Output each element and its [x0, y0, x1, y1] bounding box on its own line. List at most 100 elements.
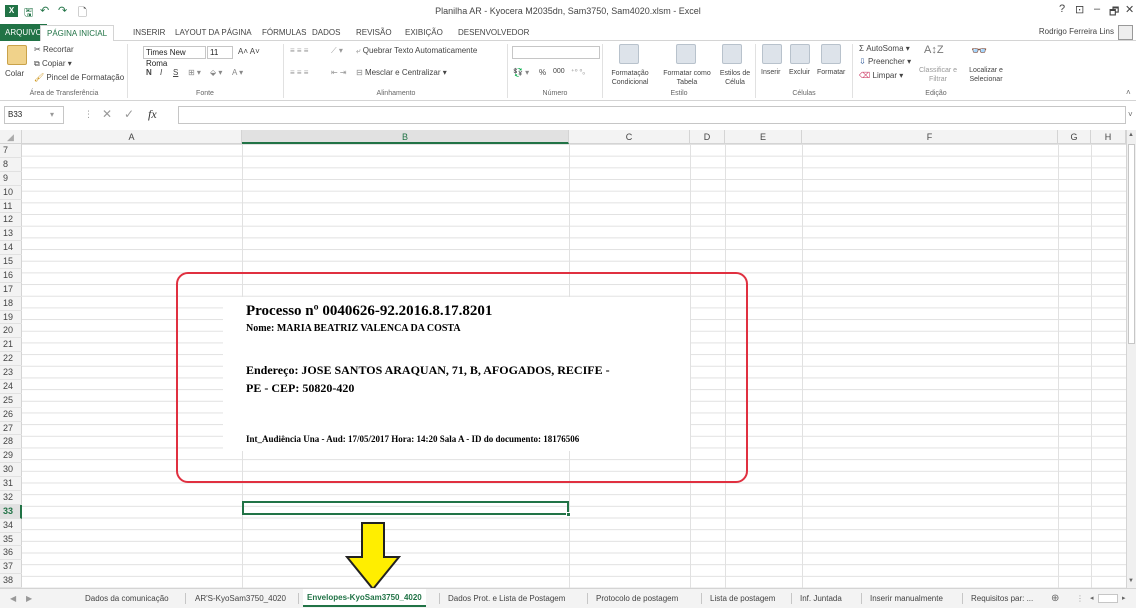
row-header[interactable]: 18 [0, 297, 22, 311]
row-header[interactable]: 36 [0, 546, 22, 561]
row-header[interactable]: 8 [0, 158, 22, 172]
scroll-thumb[interactable] [1128, 144, 1135, 344]
row-header[interactable]: 10 [0, 186, 22, 200]
column-header-g[interactable]: G [1058, 130, 1091, 144]
tab-exibicao[interactable]: EXIBIÇÃO [405, 25, 443, 40]
column-header-d[interactable]: D [690, 130, 725, 144]
row-header[interactable]: 30 [0, 463, 22, 477]
row-header[interactable]: 17 [0, 283, 22, 297]
row-header[interactable]: 9 [0, 172, 22, 186]
find-select-button[interactable]: Localizar e Selecionar [960, 66, 1012, 84]
font-name-select[interactable]: Times New Roma [143, 46, 206, 68]
hscroll-right-icon[interactable]: ▸ [1118, 591, 1130, 606]
enter-icon[interactable]: ✓ [124, 107, 134, 121]
row-header[interactable]: 37 [0, 560, 22, 575]
row-header[interactable]: 28 [0, 435, 22, 450]
row-header[interactable]: 31 [0, 477, 22, 491]
row-header[interactable]: 35 [0, 533, 22, 547]
select-all-corner[interactable]: ◢ [0, 130, 22, 144]
borders-icon[interactable]: ⊞ ▾ [188, 68, 201, 77]
format-cells-button[interactable]: Formatar [817, 69, 845, 76]
tab-desenvolvedor[interactable]: DESENVOLVEDOR [458, 25, 529, 40]
scroll-up-icon[interactable]: ▲ [1128, 132, 1135, 140]
indent-icons[interactable]: ⇤ ⇥ [331, 68, 347, 77]
row-header[interactable]: 11 [0, 200, 22, 214]
insert-cells-icon[interactable] [762, 44, 782, 64]
row-header[interactable]: 25 [0, 394, 22, 408]
column-header-b[interactable]: B [242, 130, 569, 144]
delete-cells-icon[interactable] [790, 44, 810, 64]
column-header-e[interactable]: E [725, 130, 802, 144]
horizontal-scroll-thumb[interactable] [1098, 594, 1118, 603]
paste-icon[interactable] [7, 45, 27, 65]
sheet-tab-inf-juntada[interactable]: Inf. Juntada [796, 591, 846, 606]
sort-filter-button[interactable]: Classificar e Filtrar [916, 66, 960, 84]
vertical-scrollbar[interactable]: ▲ ▼ [1126, 130, 1136, 588]
paste-button[interactable]: Colar [5, 69, 24, 78]
orientation-icon[interactable]: ⟋ ▾ [331, 46, 343, 56]
ribbon-display-icon[interactable]: ⊡ [1075, 3, 1084, 16]
restore-button[interactable]: 🗗 [1109, 3, 1119, 22]
row-header[interactable]: 7 [0, 144, 22, 158]
sheet-tab-dados-comunicacao[interactable]: Dados da comunicação [81, 591, 173, 606]
cell-styles-button[interactable]: Estilos de Célula [718, 69, 752, 87]
row-header[interactable]: 38 [0, 574, 22, 588]
delete-cells-button[interactable]: Excluir [789, 69, 810, 76]
formula-input[interactable] [178, 106, 1126, 124]
row-header[interactable]: 15 [0, 255, 22, 269]
autosum-button[interactable]: Σ AutoSoma ▾ [859, 44, 910, 53]
tab-inserir[interactable]: INSERIR [133, 25, 165, 40]
add-sheet-icon[interactable]: ⊕ [1047, 591, 1063, 606]
format-table-icon[interactable] [676, 44, 696, 64]
sort-filter-icon[interactable]: A↕Z [924, 44, 944, 56]
row-header[interactable]: 23 [0, 366, 22, 380]
tab-pagina-inicial[interactable]: PÁGINA INICIAL [40, 25, 115, 42]
column-header-a[interactable]: A [22, 130, 242, 144]
help-button[interactable]: ? [1059, 3, 1065, 15]
sheet-tab-lista-postagem[interactable]: Lista de postagem [706, 591, 779, 606]
expand-formula-icon[interactable]: ˅ [1128, 110, 1133, 119]
row-header[interactable]: 24 [0, 380, 22, 394]
format-cells-icon[interactable] [821, 44, 841, 64]
sheet-tab-envelopes[interactable]: Envelopes-KyoSam3750_4020 [303, 589, 426, 607]
prev-sheet-icon[interactable]: ◀ [6, 591, 20, 606]
fill-handle[interactable] [566, 512, 571, 517]
sheet-tab-dados-prot[interactable]: Dados Prot. e Lista de Postagem [444, 591, 569, 606]
format-as-table-button[interactable]: Formatar como Tabela [656, 69, 718, 87]
hscroll-left-icon[interactable]: ◂ [1086, 591, 1098, 606]
user-name[interactable]: Rodrigo Ferreira Lins [1039, 27, 1114, 36]
row-header[interactable]: 33 [0, 504, 22, 519]
sheet-tab-protocolo[interactable]: Protocolo de postagem [592, 591, 682, 606]
sheet-tab-ars[interactable]: AR'S-KyoSam3750_4020 [191, 591, 290, 606]
cut-button[interactable]: ✂ Recortar [34, 45, 74, 54]
copy-button[interactable]: ⧉ Copiar ▾ [34, 59, 72, 69]
bold-button[interactable]: N [146, 68, 152, 77]
vertical-align-icons[interactable]: ≡ ≡ ≡ [290, 46, 308, 55]
selected-cell-b33[interactable] [242, 501, 571, 517]
row-header[interactable]: 22 [0, 352, 22, 366]
minimize-button[interactable]: – [1094, 3, 1100, 15]
decimal-icons[interactable]: ⁺⁰ ⁰₀ [571, 68, 585, 76]
format-painter-button[interactable]: 🖌 Pincel de Formatação [34, 73, 124, 82]
horizontal-align-icons[interactable]: ≡ ≡ ≡ [290, 68, 308, 77]
row-header[interactable]: 19 [0, 311, 22, 325]
binoculars-icon[interactable]: 👓 [971, 43, 987, 59]
number-format-select[interactable] [512, 46, 600, 59]
name-box-dropdown-icon[interactable]: ▾ [50, 110, 54, 119]
column-header-f[interactable]: F [802, 130, 1058, 144]
name-box[interactable]: B33 [4, 106, 64, 124]
column-header-c[interactable]: C [569, 130, 690, 144]
row-header[interactable]: 20 [0, 324, 22, 339]
row-header[interactable]: 14 [0, 241, 22, 255]
close-button[interactable]: ✕ [1125, 3, 1134, 16]
row-header[interactable]: 26 [0, 408, 22, 422]
tab-dados[interactable]: DADOS [312, 25, 340, 40]
row-header[interactable]: 32 [0, 491, 22, 505]
row-header[interactable]: 16 [0, 269, 22, 283]
cancel-icon[interactable]: ✕ [102, 107, 112, 121]
conditional-format-button[interactable]: Formatação Condicional [607, 69, 653, 87]
merge-center-button[interactable]: ⊟ Mesclar e Centralizar ▾ [356, 68, 447, 77]
tab-formulas[interactable]: FÓRMULAS [262, 25, 306, 40]
row-header[interactable]: 13 [0, 227, 22, 242]
tab-layout-pagina[interactable]: LAYOUT DA PÁGINA [175, 25, 252, 40]
